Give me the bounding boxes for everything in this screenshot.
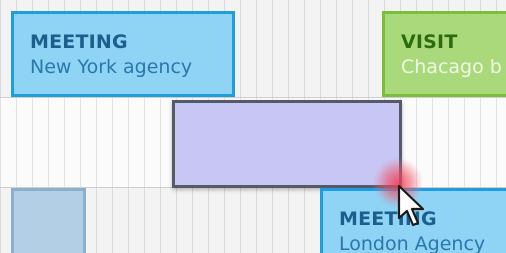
event-visit-chicago[interactable]: VISIT Chacago b bbox=[382, 11, 506, 97]
event-title: VISIT bbox=[401, 31, 458, 53]
arrow-pointer-icon bbox=[397, 184, 425, 227]
event-partial-left[interactable] bbox=[11, 188, 86, 253]
event-meeting-new-york[interactable]: MEETING New York agency bbox=[11, 11, 235, 97]
event-subtitle: London Agency bbox=[339, 233, 486, 253]
event-title: MEETING bbox=[30, 31, 128, 53]
event-subtitle: New York agency bbox=[30, 56, 193, 78]
event-subtitle: Chacago b bbox=[401, 56, 502, 78]
event-being-dragged[interactable] bbox=[172, 100, 402, 188]
row-divider bbox=[0, 97, 506, 98]
calendar-scheduler: MEETING New York agency VISIT Chacago b … bbox=[0, 0, 506, 253]
